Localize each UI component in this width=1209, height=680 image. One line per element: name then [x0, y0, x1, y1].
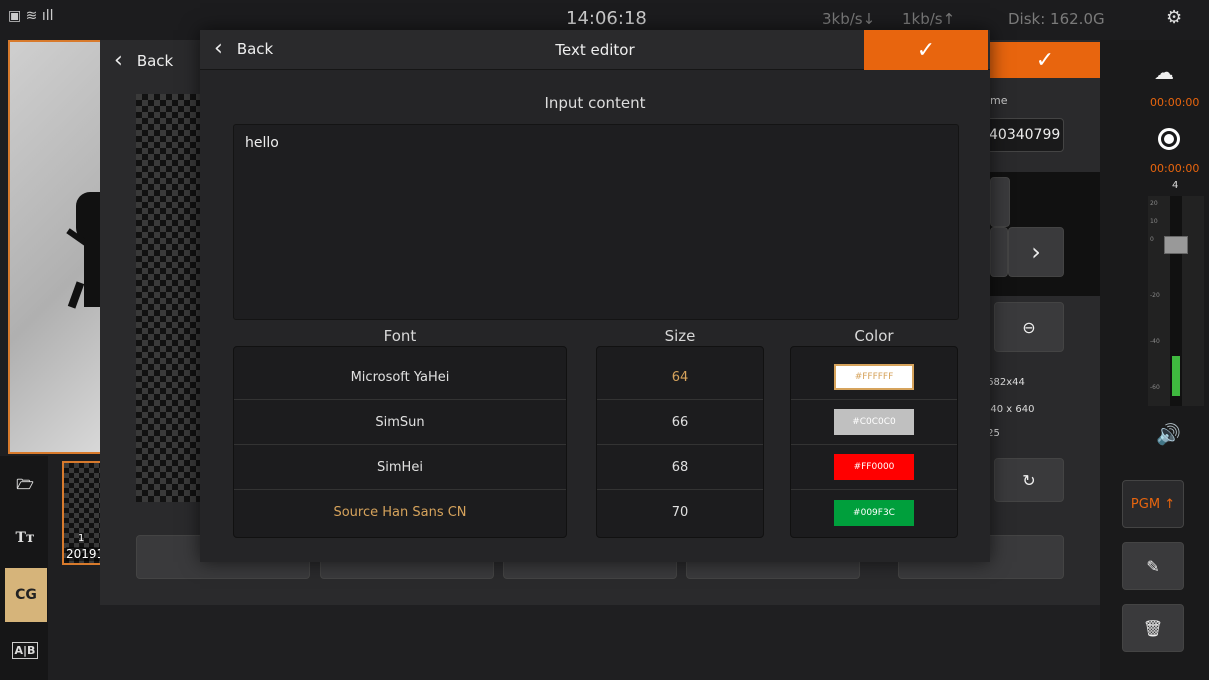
color-swatch: #FFFFFF	[834, 364, 914, 390]
text-editor-dialog: ‹ Back Text editor ✓ Input content hello…	[200, 30, 990, 562]
editor-confirm-button[interactable]: ✓	[864, 30, 988, 70]
color-swatch: #C0C0C0	[834, 409, 914, 435]
meter-tick-10: 10	[1150, 218, 1158, 225]
canvas-preview[interactable]	[136, 94, 202, 502]
text-tool-button[interactable]: Tт	[6, 516, 44, 560]
thumbnail-number: 1	[78, 533, 85, 544]
refresh-button[interactable]: ↻	[994, 458, 1064, 502]
network-status-icons: ▣ ≋ ıll	[8, 8, 54, 24]
meter-tick-neg20: -20	[1150, 292, 1160, 299]
minus-circle-button[interactable]: ⊖	[994, 302, 1064, 352]
bg-confirm-button[interactable]: ✓	[990, 42, 1100, 78]
folder-open-icon[interactable]: 🗁	[6, 464, 44, 508]
size-heading: Size	[664, 327, 696, 345]
size-option[interactable]: 68	[597, 445, 763, 490]
record-count: 4	[1172, 180, 1179, 191]
tab-partial[interactable]	[990, 177, 1010, 227]
meter-tick-neg40: -40	[1150, 338, 1160, 345]
font-picker[interactable]: Microsoft YaHei SimSun SimHei Source Han…	[233, 346, 567, 538]
ab-layout-icon[interactable]: A|B	[6, 628, 44, 672]
info-resolution: .682x44	[984, 377, 1025, 388]
font-option-selected[interactable]: Source Han Sans CN	[234, 490, 566, 535]
meter-tick-0: 0	[1150, 236, 1154, 243]
right-control-strip: ☁ 00:00:00 00:00:00 4 20 10 0 -20 -40 -6…	[1100, 40, 1209, 680]
audio-meter[interactable]: 20 10 0 -20 -40 -60	[1148, 196, 1204, 406]
meter-tick-neg60: -60	[1150, 384, 1160, 391]
text-editor-header: ‹ Back Text editor ✓	[200, 30, 990, 70]
bg-back-button[interactable]: ‹ Back	[114, 48, 173, 73]
cg-tab-button[interactable]: CG	[5, 568, 47, 622]
partial-left-block	[990, 227, 1008, 277]
color-swatch: #FF0000	[834, 454, 914, 480]
upload-rate: 3kb/s↓	[822, 10, 876, 28]
stream-timer: 00:00:00	[1150, 96, 1200, 109]
cloud-icon[interactable]: ☁	[1154, 60, 1174, 84]
stick-figure-leg	[67, 281, 85, 309]
color-picker[interactable]: #FFFFFF #C0C0C0 #FF0000 #009F3C	[790, 346, 958, 538]
record-timer: 00:00:00	[1150, 162, 1200, 175]
input-heading: Input content	[544, 94, 646, 112]
size-option[interactable]: 70	[597, 490, 763, 535]
color-option-silver[interactable]: #C0C0C0	[791, 400, 957, 445]
bg-back-label: Back	[136, 51, 174, 70]
disk-space: Disk: 162.0G	[1008, 10, 1105, 28]
next-button[interactable]: ›	[1008, 227, 1064, 277]
speaker-icon[interactable]: 🔊	[1156, 422, 1181, 446]
delete-button[interactable]: 🗑	[1122, 604, 1184, 652]
color-swatch: #009F3C	[834, 499, 914, 526]
font-option[interactable]: SimSun	[234, 400, 566, 445]
pgm-label: PGM	[1130, 496, 1161, 512]
cg-thumbnail[interactable]: 1 20191	[62, 461, 105, 565]
font-option[interactable]: Microsoft YaHei	[234, 355, 566, 400]
download-rate: 1kb/s↑	[902, 10, 956, 28]
content-textarea[interactable]: hello	[233, 124, 959, 320]
size-option-selected[interactable]: 64	[597, 355, 763, 400]
meter-fader[interactable]	[1164, 236, 1188, 254]
font-heading: Font	[383, 327, 417, 345]
color-heading: Color	[854, 327, 894, 345]
app-root: ▣ ≋ ıll 14:06:18 3kb/s↓ 1kb/s↑ Disk: 162…	[0, 0, 1209, 680]
record-icon[interactable]	[1158, 128, 1180, 150]
source-preview[interactable]	[8, 40, 104, 454]
info-size: 540 x 640	[984, 404, 1035, 415]
meter-tick-20: 20	[1150, 200, 1158, 207]
color-option-red[interactable]: #FF0000	[791, 445, 957, 490]
pgm-button[interactable]: PGM ↑	[1122, 480, 1184, 528]
edit-button[interactable]: ✎	[1122, 542, 1184, 590]
left-tool-column: 🗁 Tт CG A|B	[0, 456, 48, 680]
id-field[interactable]: 40340799	[980, 118, 1064, 152]
size-option[interactable]: 66	[597, 400, 763, 445]
settings-gear-icon[interactable]: ⚙	[1166, 7, 1182, 28]
content-text: hello	[245, 135, 279, 151]
chevron-left-icon: ‹	[114, 48, 123, 73]
color-option-white[interactable]: #FFFFFF	[791, 355, 957, 400]
clock: 14:06:18	[566, 8, 647, 29]
font-option[interactable]: SimHei	[234, 445, 566, 490]
size-picker[interactable]: 64 66 68 70	[596, 346, 764, 538]
thumbnail-label: 20191	[66, 547, 105, 561]
color-option-green[interactable]: #009F3C	[791, 490, 957, 535]
name-label-partial: me	[990, 94, 1008, 107]
